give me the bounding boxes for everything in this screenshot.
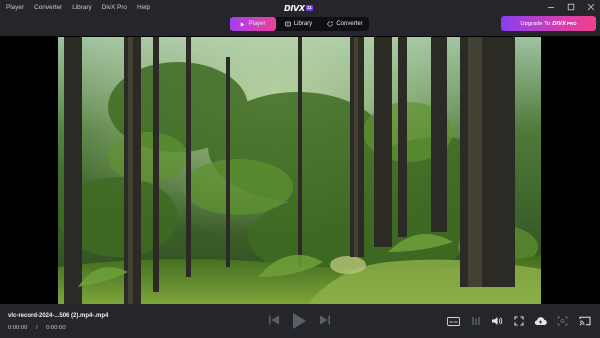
- video-frame: [58, 37, 541, 304]
- time-separator: /: [35, 325, 38, 331]
- library-icon: [284, 21, 291, 27]
- fullscreen-icon: [514, 316, 524, 326]
- total-time: 0:00:00: [46, 325, 66, 331]
- play-button[interactable]: [290, 311, 308, 331]
- fullscreen-button[interactable]: [512, 315, 526, 327]
- snapshot-icon: [557, 316, 567, 326]
- cloud-button[interactable]: [533, 315, 547, 327]
- cast-button[interactable]: [578, 315, 592, 327]
- title-bar: Player Converter Library DivX Pro Help D…: [0, 0, 600, 36]
- cast-icon: [579, 316, 591, 326]
- video-viewport[interactable]: [0, 36, 600, 304]
- upgrade-badge: PRO: [566, 21, 577, 26]
- logo-text: DIVX: [284, 3, 305, 13]
- window-controls: [546, 2, 596, 12]
- upgrade-label: Upgrade To: [520, 20, 551, 27]
- maximize-icon: [567, 3, 575, 11]
- minimize-button[interactable]: [546, 2, 556, 12]
- volume-button[interactable]: [490, 315, 504, 327]
- close-button[interactable]: [586, 2, 596, 12]
- subtitles-button[interactable]: [446, 315, 460, 327]
- play-icon: [293, 313, 306, 329]
- tab-converter[interactable]: Converter: [321, 17, 369, 31]
- tab-player[interactable]: Player: [230, 17, 276, 31]
- skip-next-icon: [320, 315, 330, 325]
- equalizer-icon: [472, 317, 480, 325]
- play-tab-icon: [241, 21, 245, 27]
- subtitles-icon: [446, 316, 460, 326]
- converter-icon: [327, 21, 334, 27]
- forest-video-image: [58, 37, 541, 304]
- next-button[interactable]: [318, 313, 332, 327]
- tab-library-label: Library: [293, 21, 313, 27]
- menu-library[interactable]: Library: [72, 4, 92, 12]
- close-icon: [587, 3, 595, 11]
- player-controls-bar: vlc-record-2024-...506 (2).mp4-.mp4 0:00…: [0, 304, 600, 338]
- current-time: 0:00:00: [8, 325, 28, 331]
- menu-help[interactable]: Help: [137, 4, 150, 12]
- maximize-button[interactable]: [566, 2, 576, 12]
- tab-library[interactable]: Library: [276, 17, 321, 31]
- menu-converter[interactable]: Converter: [34, 4, 62, 12]
- equalizer-button[interactable]: [469, 315, 483, 327]
- minimize-icon: [548, 7, 554, 8]
- snapshot-button[interactable]: [555, 315, 569, 327]
- cloud-upload-icon: [534, 317, 547, 325]
- logo-badge: 11: [305, 5, 313, 11]
- menu-player[interactable]: Player: [6, 4, 24, 12]
- menu-divx-pro[interactable]: DivX Pro: [102, 4, 127, 12]
- file-name: vlc-record-2024-...506 (2).mp4-.mp4: [8, 313, 109, 319]
- main-tabs: Player Library Converter: [230, 17, 369, 31]
- time-display: 0:00:00 / 0:00:00: [8, 325, 66, 331]
- upgrade-brand: DIVX: [552, 20, 566, 27]
- skip-previous-icon: [269, 315, 279, 325]
- tab-player-label: Player: [248, 21, 266, 27]
- previous-button[interactable]: [267, 313, 281, 327]
- tab-converter-label: Converter: [336, 21, 363, 27]
- upgrade-button[interactable]: Upgrade To DIVX PRO: [501, 16, 596, 31]
- divx-logo: DIVX 11: [284, 3, 313, 13]
- menu-bar: Player Converter Library DivX Pro Help: [6, 4, 160, 12]
- volume-icon: [492, 317, 503, 325]
